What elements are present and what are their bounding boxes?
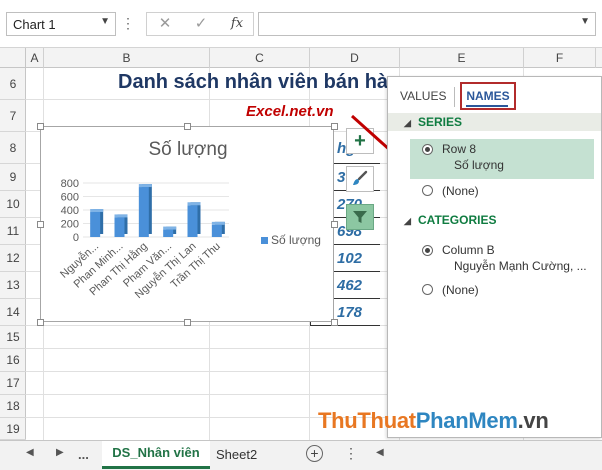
option-label: Row 8: [442, 142, 477, 156]
option-label: (None): [442, 184, 479, 198]
chart-filters-pane: VALUES NAMES ◢ SERIES Row 8 Số lượng (No…: [387, 76, 602, 438]
collapse-triangle-icon[interactable]: ◢: [404, 212, 411, 230]
series-option-row8[interactable]: Row 8 Số lượng: [410, 139, 594, 179]
option-sublabel: Nguyễn Mạnh Cường, ...: [454, 259, 587, 273]
categories-header-label: CATEGORIES: [418, 213, 497, 227]
sheet-tabs-bar: ◀ ▶ ... DS_Nhân viên Sheet2 + ⋮ ◀: [0, 440, 602, 470]
sheet-tab-active[interactable]: DS_Nhân viên: [102, 441, 210, 469]
category-option-columnb[interactable]: Column B Nguyễn Mạnh Cường, ...: [422, 243, 594, 275]
option-sublabel: Số lượng: [454, 158, 504, 172]
tab-ellipsis[interactable]: ...: [78, 447, 89, 462]
series-header-label: SERIES: [418, 115, 463, 129]
active-tab-indicator: [466, 105, 508, 107]
option-label: (None): [442, 283, 479, 297]
radio-selected[interactable]: [422, 144, 433, 155]
category-option-none[interactable]: (None): [422, 282, 594, 300]
series-option-none[interactable]: (None): [422, 183, 594, 201]
categories-section-header[interactable]: ◢ CATEGORIES: [388, 211, 601, 229]
hscroll-left-icon[interactable]: ◀: [376, 447, 384, 458]
annotation-label: Excel.net.vn: [246, 103, 334, 120]
radio-unselected[interactable]: [422, 284, 433, 295]
sheet-tab-sheet2[interactable]: Sheet2: [216, 447, 257, 462]
option-label: Column B: [442, 243, 495, 257]
watermark-logo: ThuThuatPhanMem.vn: [318, 408, 549, 434]
tab-values[interactable]: VALUES: [400, 89, 446, 103]
tab-scroll-left-icon[interactable]: ◀: [26, 447, 34, 458]
watermark-part: .vn: [517, 408, 549, 433]
add-sheet-icon[interactable]: +: [306, 445, 323, 462]
watermark-part: ThuThuat: [318, 408, 416, 433]
watermark-part: PhanMem: [415, 408, 518, 433]
tab-scroll-right-icon[interactable]: ▶: [56, 447, 64, 458]
series-section-header[interactable]: ◢ SERIES: [388, 113, 601, 131]
tab-separator: [454, 87, 455, 107]
collapse-triangle-icon[interactable]: ◢: [404, 114, 411, 132]
radio-unselected[interactable]: [422, 185, 433, 196]
radio-selected[interactable]: [422, 245, 433, 256]
tab-split-handle[interactable]: ⋮: [344, 445, 358, 462]
